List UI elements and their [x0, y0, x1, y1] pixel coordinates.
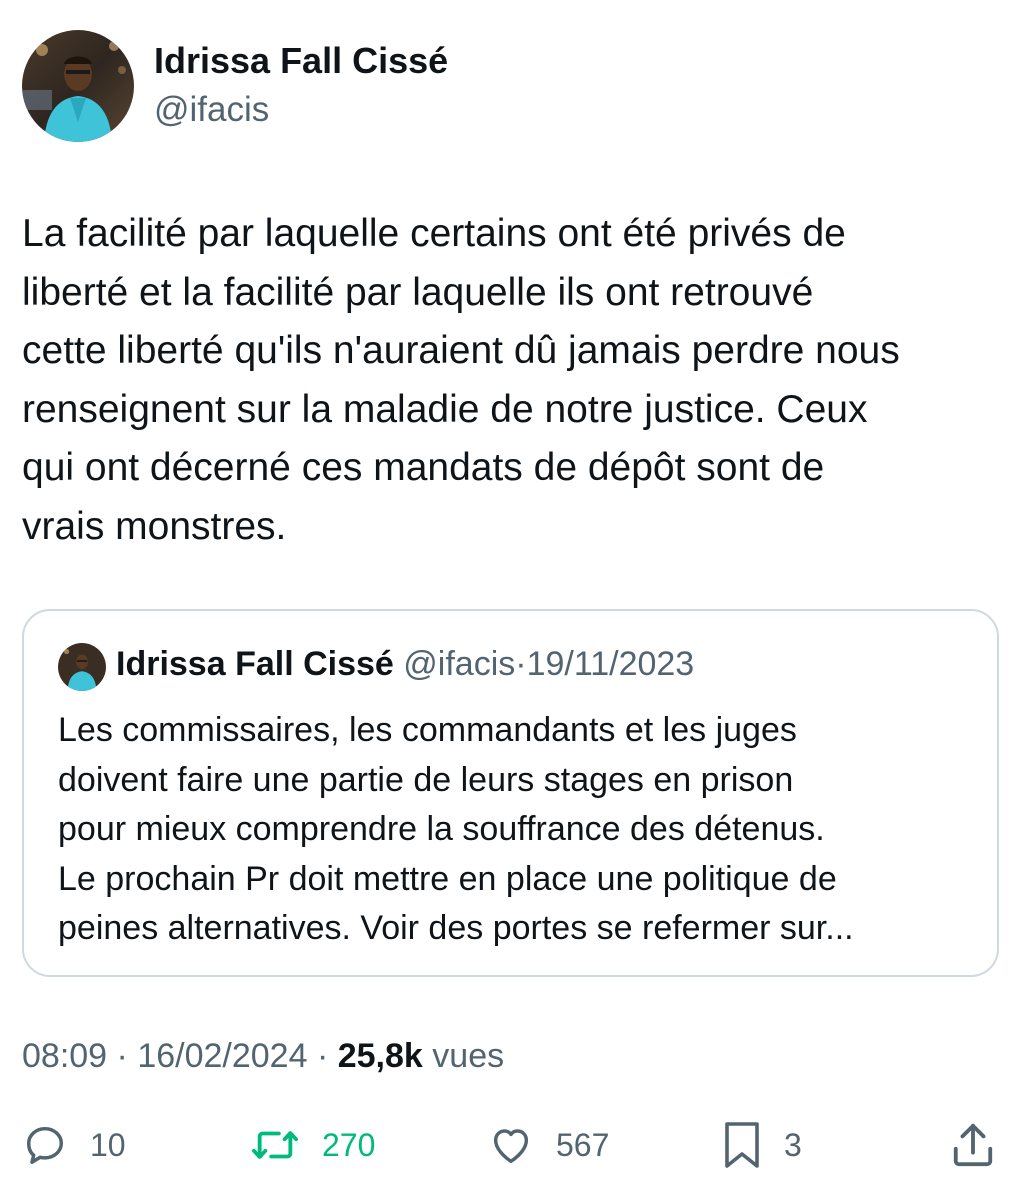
retweet-icon — [252, 1131, 299, 1159]
bookmark-button[interactable]: 3 — [722, 1115, 802, 1175]
like-button[interactable]: 567 — [488, 1115, 609, 1175]
views-label: vues — [432, 1037, 505, 1075]
meta-separator: · — [116, 1037, 128, 1075]
bookmark-icon — [725, 1122, 759, 1168]
tweet-text: La facilité par laquelle certains ont ét… — [22, 212, 900, 548]
quoted-author-handle: @ifacis — [403, 645, 516, 683]
action-bar: 10 270 567 3 — [0, 1115, 1023, 1175]
author-handle[interactable]: @ifacis — [154, 90, 269, 130]
quoted-author-avatar — [58, 643, 106, 691]
share-button[interactable] — [950, 1115, 996, 1175]
retweet-count: 270 — [322, 1126, 376, 1163]
tweet-time[interactable]: 08:09 — [22, 1037, 107, 1075]
views-count: 25,8k — [337, 1037, 423, 1075]
quoted-tweet-text: Les commissaires, les commandants et les… — [58, 711, 854, 947]
quoted-date: 19/11/2023 — [526, 645, 695, 683]
quoted-tweet-header: Idrissa Fall Cissé @ifacis·19/11/2023 — [116, 645, 694, 684]
quoted-tweet-card[interactable]: Idrissa Fall Cissé @ifacis·19/11/2023 Le… — [22, 609, 999, 977]
quoted-separator: · — [515, 645, 527, 683]
bookmark-count: 3 — [784, 1126, 802, 1163]
tweet-date[interactable]: 16/02/2024 — [137, 1037, 307, 1075]
retweet-button[interactable]: 270 — [250, 1115, 375, 1175]
reply-icon — [26, 1126, 64, 1164]
share-icon — [953, 1123, 993, 1167]
reply-button[interactable]: 10 — [22, 1115, 126, 1175]
tweet-meta: 08:09 · 16/02/2024 · 25,8k vues — [22, 1037, 504, 1076]
heart-icon — [493, 1129, 529, 1164]
meta-separator: · — [316, 1037, 329, 1075]
quoted-author-name: Idrissa Fall Cissé — [116, 645, 394, 683]
reply-count: 10 — [90, 1126, 126, 1163]
like-count: 567 — [556, 1126, 610, 1163]
author-name[interactable]: Idrissa Fall Cissé — [154, 40, 448, 82]
author-avatar[interactable] — [22, 30, 134, 142]
